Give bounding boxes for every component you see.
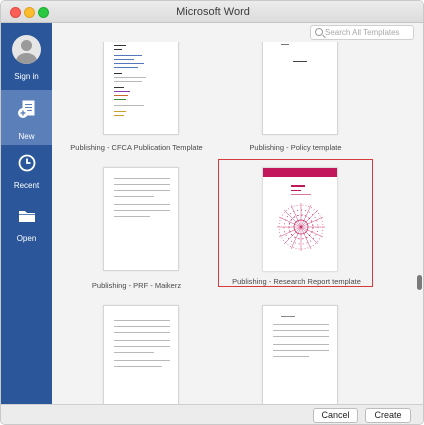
folder-icon bbox=[19, 211, 35, 222]
sidebar-item-recent[interactable]: Recent bbox=[1, 144, 52, 194]
template-thumbnail bbox=[262, 167, 338, 272]
sidebar-item-label: New bbox=[18, 132, 35, 141]
template-label: Publishing - Policy template bbox=[249, 143, 342, 152]
title-bar: Microsoft Word bbox=[1, 1, 423, 23]
template-gallery: Publishing - CFCA Publication Template P… bbox=[52, 42, 419, 404]
template-label: Publishing - CFCA Publication Template bbox=[70, 143, 203, 152]
template-thumbnail bbox=[103, 42, 179, 135]
sidebar-item-sign-in[interactable]: Sign in bbox=[1, 31, 52, 85]
sidebar-item-label: Recent bbox=[13, 181, 40, 190]
sidebar-item-label: Open bbox=[16, 234, 37, 243]
template-thumbnail bbox=[103, 305, 179, 404]
template-card-policy[interactable]: Publishing - Policy template bbox=[218, 42, 373, 160]
template-card-cfca-publication[interactable]: Publishing - CFCA Publication Template bbox=[59, 42, 214, 160]
sidebar-item-open[interactable]: Open bbox=[1, 197, 52, 247]
window-title: Microsoft Word bbox=[176, 6, 250, 18]
template-thumbnail bbox=[262, 42, 338, 135]
create-button[interactable]: Create bbox=[365, 408, 411, 423]
template-card-prf-maikerz[interactable]: Publishing - PRF - Maikerz bbox=[59, 163, 214, 291]
template-search-box[interactable] bbox=[310, 25, 414, 40]
template-label: Publishing - PRF - Maikerz bbox=[91, 281, 182, 290]
clock-icon bbox=[18, 154, 36, 172]
word-template-gallery-window: Microsoft Word Sign in New bbox=[0, 0, 424, 425]
new-document-icon bbox=[18, 100, 35, 118]
template-thumbnail bbox=[103, 167, 179, 271]
template-thumbnail bbox=[262, 305, 338, 404]
footer-bar: Cancel Create bbox=[1, 404, 423, 424]
sidebar-item-new[interactable]: New bbox=[1, 90, 52, 145]
template-card-research-report[interactable]: Publishing - Research Report template bbox=[218, 159, 373, 287]
sidebar-item-label: Sign in bbox=[14, 72, 39, 81]
gallery-scrollbar[interactable] bbox=[417, 275, 422, 290]
search-icon bbox=[315, 28, 323, 36]
cancel-button[interactable]: Cancel bbox=[313, 408, 358, 423]
template-label: Publishing - Research Report template bbox=[232, 277, 361, 286]
search-input[interactable] bbox=[325, 26, 413, 39]
template-card-report-lines[interactable] bbox=[218, 295, 373, 404]
sidebar: Sign in New Recent Open bbox=[1, 23, 52, 404]
template-card-blank-lines[interactable] bbox=[59, 295, 214, 404]
avatar-icon bbox=[12, 35, 41, 64]
